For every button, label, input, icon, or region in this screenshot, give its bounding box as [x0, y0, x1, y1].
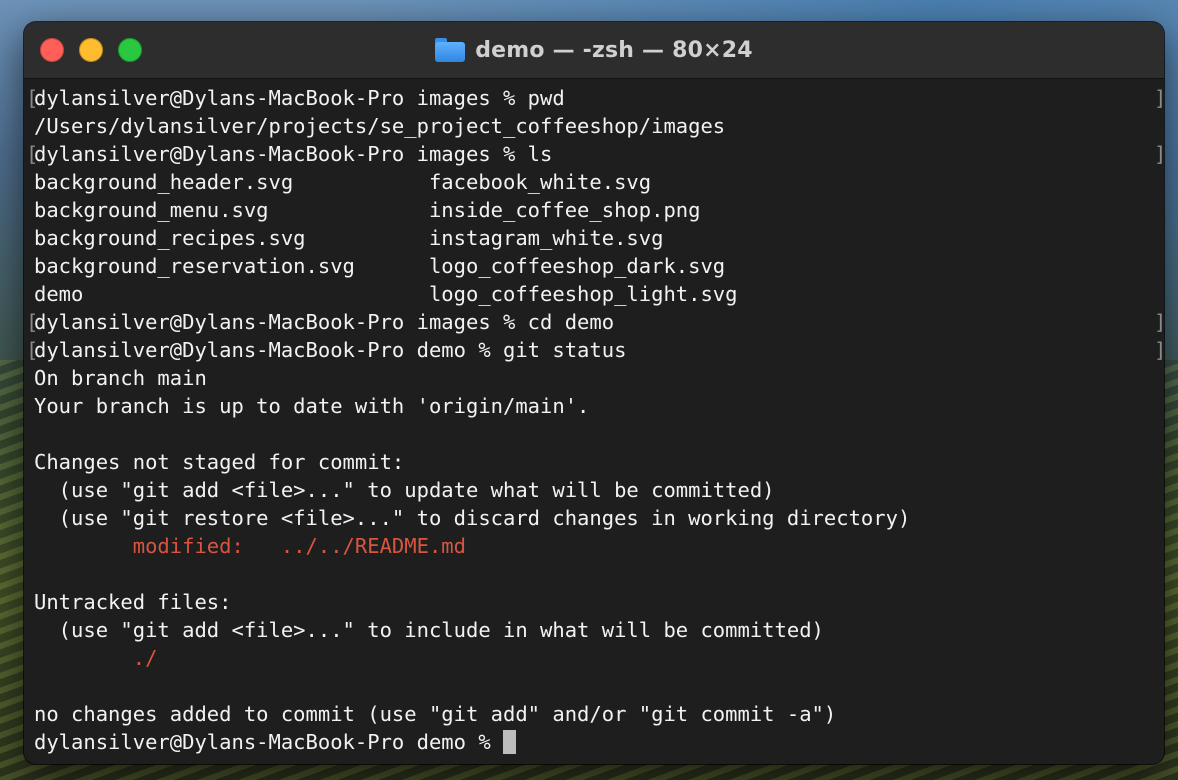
line-text: dylansilver@Dylans-MacBook-Pro images % … [34, 142, 553, 166]
line-text: dylansilver@Dylans-MacBook-Pro demo % [34, 730, 503, 754]
mark-bracket-right: ] [1154, 84, 1164, 112]
mark-bracket-left: [ [26, 338, 39, 362]
line-text: background_header.svg facebook_white.svg [34, 170, 652, 194]
mark-bracket-right: ] [1154, 140, 1164, 168]
terminal-window[interactable]: demo — -zsh — 80×24 [] dylansilver@Dylans… [24, 22, 1164, 764]
prompt-line: [] dylansilver@Dylans-MacBook-Pro demo % … [26, 336, 1164, 364]
mark-bracket-right: ] [1154, 308, 1164, 336]
output-line: /Users/dylansilver/projects/se_project_c… [34, 112, 1164, 140]
output-line: (use "git restore <file>..." to discard … [34, 504, 1164, 532]
mark-bracket-right: ] [1154, 336, 1164, 364]
zoom-button[interactable] [118, 38, 142, 62]
close-button[interactable] [40, 38, 64, 62]
output-line: no changes added to commit (use "git add… [34, 700, 1164, 728]
line-text: ./ [34, 646, 158, 670]
output-line: background_header.svg facebook_white.svg [34, 168, 1164, 196]
prompt-line: [] dylansilver@Dylans-MacBook-Pro images … [26, 140, 1164, 168]
line-text: dylansilver@Dylans-MacBook-Pro demo % gi… [34, 338, 627, 362]
line-text: demo logo_coffeeshop_light.svg [34, 282, 738, 306]
line-text: dylansilver@Dylans-MacBook-Pro images % … [34, 310, 615, 334]
line-text: Changes not staged for commit: [34, 450, 405, 474]
title-group: demo — -zsh — 80×24 [24, 22, 1164, 78]
output-line: On branch main [34, 364, 1164, 392]
line-text: On branch main [34, 366, 207, 390]
output-line: background_menu.svg inside_coffee_shop.p… [34, 196, 1164, 224]
title-bar[interactable]: demo — -zsh — 80×24 [24, 22, 1164, 79]
line-text: (use "git add <file>..." to update what … [34, 478, 775, 502]
mark-bracket-left: [ [26, 142, 39, 166]
output-line: background_recipes.svg instagram_white.s… [34, 224, 1164, 252]
mark-bracket-left: [ [26, 86, 39, 110]
line-text: background_recipes.svg instagram_white.s… [34, 226, 664, 250]
traffic-lights [40, 38, 142, 62]
folder-icon [435, 38, 466, 62]
output-line: demo logo_coffeeshop_light.svg [34, 280, 1164, 308]
prompt-line: dylansilver@Dylans-MacBook-Pro demo % [34, 728, 1164, 756]
line-text: (use "git restore <file>..." to discard … [34, 506, 911, 530]
line-text: modified: ../../README.md [34, 534, 466, 558]
text-cursor[interactable] [503, 730, 516, 754]
line-text: Untracked files: [34, 590, 232, 614]
prompt-line: [] dylansilver@Dylans-MacBook-Pro images … [26, 308, 1164, 336]
output-line: (use "git add <file>..." to update what … [34, 476, 1164, 504]
output-line: background_reservation.svg logo_coffeesh… [34, 252, 1164, 280]
mark-bracket-left: [ [26, 310, 39, 334]
minimize-button[interactable] [79, 38, 103, 62]
line-text: background_reservation.svg logo_coffeesh… [34, 254, 726, 278]
line-text: /Users/dylansilver/projects/se_project_c… [34, 114, 726, 138]
output-line: Changes not staged for commit: [34, 448, 1164, 476]
line-text: background_menu.svg inside_coffee_shop.p… [34, 198, 701, 222]
terminal-output[interactable]: [] dylansilver@Dylans-MacBook-Pro images … [26, 84, 1164, 764]
output-line: ./ [34, 644, 1164, 672]
output-line: (use "git add <file>..." to include in w… [34, 616, 1164, 644]
window-title: demo — -zsh — 80×24 [475, 37, 753, 63]
output-line: modified: ../../README.md [34, 532, 1164, 560]
output-line: Untracked files: [34, 588, 1164, 616]
line-text: (use "git add <file>..." to include in w… [34, 618, 824, 642]
line-text: dylansilver@Dylans-MacBook-Pro images % … [34, 86, 565, 110]
line-text: no changes added to commit (use "git add… [34, 702, 837, 726]
output-line: Your branch is up to date with 'origin/m… [34, 392, 1164, 420]
prompt-line: [] dylansilver@Dylans-MacBook-Pro images … [26, 84, 1164, 112]
line-text: Your branch is up to date with 'origin/m… [34, 394, 590, 418]
